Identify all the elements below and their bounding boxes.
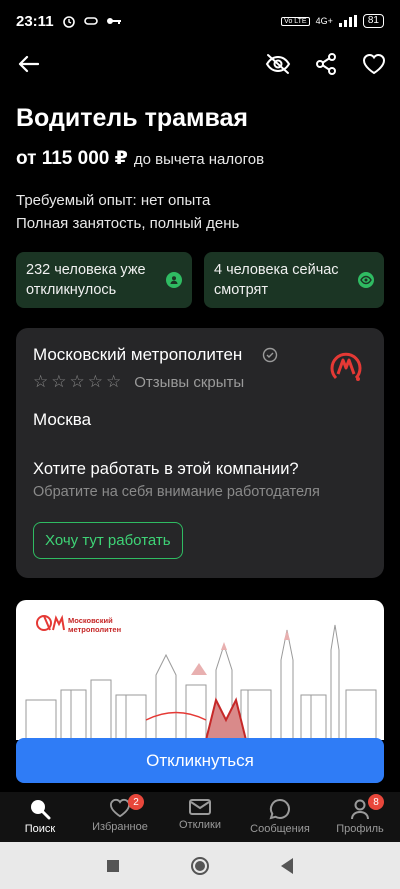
employment-text: Полная занятость, полный день: [16, 215, 240, 232]
moscow-skyline-icon: [25, 624, 377, 740]
back-arrow-icon: [18, 55, 39, 73]
star-icon: ☆: [69, 372, 85, 391]
heart-icon: [362, 53, 386, 75]
status-bar: 23:11 Vo LTE 4G+ 81: [0, 0, 400, 42]
chat-bubble-icon: [269, 798, 290, 820]
metro-logo-icon: [330, 352, 362, 381]
rating-stars: ☆ ☆ ☆ ☆ ☆ Отзывы скрыты: [33, 372, 244, 392]
reviews-text: Отзывы скрыты: [134, 373, 245, 391]
star-icon: ☆: [33, 372, 49, 391]
responded-stat: 232 человека уже откликнулось: [16, 252, 192, 308]
star-icon: ☆: [106, 372, 122, 391]
nav-responses[interactable]: Отклики: [160, 792, 240, 842]
search-icon: [31, 800, 51, 820]
verified-icon: [262, 347, 278, 363]
eye-icon: [358, 272, 374, 288]
star-icon: ☆: [87, 372, 103, 391]
battery-indicator: 81: [362, 14, 384, 28]
watching-text: 4 человека сейчас смотрят: [214, 262, 339, 298]
company-name[interactable]: Московский метрополитен: [33, 345, 242, 365]
work-question: Хотите работать в этой компании?: [33, 460, 299, 478]
company-card: Московский метрополитен ☆ ☆ ☆ ☆ ☆ Отзывы…: [16, 328, 384, 578]
vacancy-title: Водитель трамвая: [16, 104, 249, 132]
alarm-icon: [62, 16, 75, 28]
top-bar: [0, 42, 400, 86]
back-button[interactable]: [14, 50, 42, 78]
salary: от 115 000 ₽ до вычета налогов: [16, 147, 264, 170]
person-icon: [166, 272, 182, 288]
watching-stat: 4 человека сейчас смотрят: [204, 252, 384, 308]
system-nav-bar: [0, 842, 400, 889]
network-label: 4G+: [315, 16, 333, 26]
link-icon: [83, 17, 98, 25]
share-icon: [316, 53, 336, 75]
favorites-count-badge: 2: [128, 794, 144, 810]
nav-favorites[interactable]: 2 Избранное: [80, 792, 160, 842]
nav-profile[interactable]: 8 Профиль: [320, 792, 400, 842]
nav-messages-label: Сообщения: [250, 823, 310, 835]
nav-search-label: Поиск: [24, 823, 56, 835]
hide-vacancy-button[interactable]: [264, 50, 292, 78]
recents-icon[interactable]: [105, 858, 121, 874]
responded-text: 232 человека уже откликнулось: [26, 262, 146, 298]
share-button[interactable]: [312, 50, 340, 78]
volte-icon: Vo LTE: [281, 16, 310, 26]
signal-icon: [338, 15, 357, 27]
favorite-button[interactable]: [360, 50, 388, 78]
nav-messages[interactable]: Сообщения: [240, 792, 320, 842]
work-hint: Обратите на себя внимание работодателя: [33, 484, 320, 500]
bottom-nav: Поиск 2 Избранное Отклики Сообщения 8 Пр…: [0, 792, 400, 842]
star-icon: ☆: [51, 372, 67, 391]
key-icon: [106, 18, 121, 24]
experience-text: Требуемый опыт: нет опыта: [16, 192, 211, 209]
salary-note: до вычета налогов: [133, 151, 265, 168]
eye-off-icon: [265, 54, 291, 74]
company-banner-image: Московский метрополитен: [16, 600, 384, 740]
profile-count-badge: 8: [368, 794, 384, 810]
nav-profile-label: Профиль: [336, 823, 384, 835]
nav-favorites-label: Избранное: [92, 821, 148, 833]
company-city: Москва: [33, 410, 92, 429]
nav-responses-label: Отклики: [178, 819, 222, 831]
want-to-work-button[interactable]: Хочу тут работать: [33, 522, 183, 559]
nav-search[interactable]: Поиск: [0, 792, 80, 842]
home-icon[interactable]: [190, 856, 210, 876]
status-time: 23:11: [16, 12, 54, 30]
apply-button[interactable]: Откликнуться: [16, 738, 384, 783]
back-triangle-icon[interactable]: [279, 857, 295, 875]
envelope-icon: [189, 799, 211, 815]
salary-amount: от 115 000 ₽: [16, 148, 128, 169]
